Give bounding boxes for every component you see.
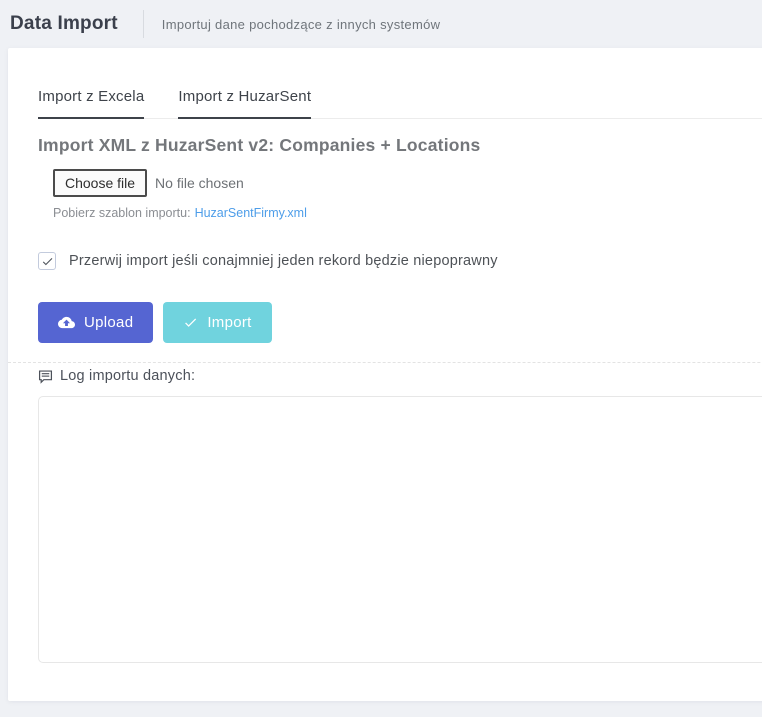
file-input-row: Choose file No file chosen bbox=[53, 169, 762, 197]
tab-import-huzarsent[interactable]: Import z HuzarSent bbox=[178, 88, 312, 119]
log-header-row: Log importu danych: bbox=[38, 368, 762, 384]
tab-import-excel[interactable]: Import z Excela bbox=[38, 88, 145, 119]
upload-button[interactable]: Upload bbox=[38, 302, 154, 343]
import-log-textarea[interactable] bbox=[38, 396, 762, 663]
import-button-label: Import bbox=[207, 314, 252, 331]
dashed-divider bbox=[8, 362, 762, 363]
header-divider bbox=[142, 10, 144, 38]
template-label: Pobierz szablon importu: bbox=[53, 206, 191, 220]
log-label: Log importu danych: bbox=[60, 368, 196, 384]
check-icon bbox=[185, 318, 197, 327]
upload-button-label: Upload bbox=[84, 314, 134, 331]
comment-icon bbox=[38, 369, 53, 384]
import-button[interactable]: Import bbox=[163, 302, 272, 343]
top-header: Data Import Importuj dane pochodzące z i… bbox=[0, 0, 762, 48]
template-download-link[interactable]: HuzarSentFirmy.xml bbox=[195, 206, 307, 220]
choose-file-button[interactable]: Choose file bbox=[53, 169, 148, 197]
action-buttons: Upload Import bbox=[38, 302, 762, 343]
checkmark-icon bbox=[42, 257, 52, 265]
cloud-upload-icon bbox=[58, 316, 75, 329]
section-heading: Import XML z HuzarSent v2: Companies + L… bbox=[38, 135, 481, 155]
abort-on-error-checkbox[interactable] bbox=[38, 252, 56, 270]
abort-on-error-row: Przerwij import jeśli conajmniej jeden r… bbox=[38, 252, 762, 270]
tab-bar: Import z Excela Import z HuzarSent bbox=[38, 48, 762, 119]
page-subtitle: Importuj dane pochodzące z innych system… bbox=[161, 16, 441, 32]
file-chosen-status: No file chosen bbox=[155, 175, 244, 191]
content-card: Import z Excela Import z HuzarSent Impor… bbox=[8, 48, 762, 701]
template-download-row: Pobierz szablon importu: HuzarSentFirmy.x… bbox=[53, 206, 762, 220]
abort-on-error-label: Przerwij import jeśli conajmniej jeden r… bbox=[69, 253, 498, 269]
page-title: Data Import bbox=[10, 13, 118, 34]
